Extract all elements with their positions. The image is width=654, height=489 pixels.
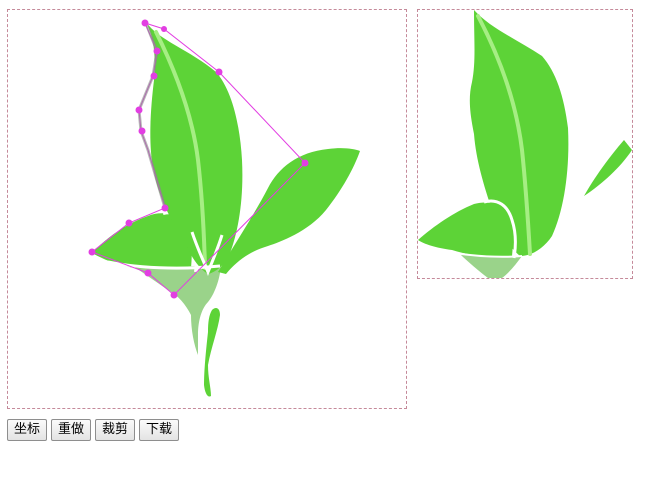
cropped-plant-image bbox=[418, 10, 632, 278]
editor-canvas[interactable] bbox=[7, 9, 407, 409]
lasso-handle[interactable] bbox=[150, 72, 158, 80]
lasso-handle[interactable] bbox=[170, 291, 178, 299]
lasso-handle[interactable] bbox=[215, 68, 223, 76]
toolbar: 坐标 重做 裁剪 下载 bbox=[7, 419, 180, 441]
preview-right-leaf-fragment bbox=[584, 140, 632, 196]
lasso-handle[interactable] bbox=[153, 47, 161, 55]
stem-bottom bbox=[204, 307, 220, 397]
coords-button[interactable]: 坐标 bbox=[7, 419, 48, 441]
lasso-handle[interactable] bbox=[125, 219, 133, 227]
lasso-handle[interactable] bbox=[138, 127, 146, 135]
download-button[interactable]: 下载 bbox=[139, 419, 180, 441]
lasso-handle[interactable] bbox=[144, 269, 152, 277]
lasso-handle[interactable] bbox=[161, 204, 169, 212]
redo-button[interactable]: 重做 bbox=[51, 419, 92, 441]
plant-image bbox=[88, 19, 360, 397]
lasso-handle[interactable] bbox=[161, 26, 167, 32]
crop-button[interactable]: 裁剪 bbox=[95, 419, 136, 441]
lasso-handle[interactable] bbox=[141, 19, 149, 27]
lasso-handle[interactable] bbox=[135, 106, 143, 114]
lasso-handle[interactable] bbox=[88, 248, 96, 256]
preview-lower-leaf bbox=[418, 202, 513, 257]
lasso-handle[interactable] bbox=[301, 159, 309, 167]
crop-preview-canvas bbox=[417, 9, 633, 279]
